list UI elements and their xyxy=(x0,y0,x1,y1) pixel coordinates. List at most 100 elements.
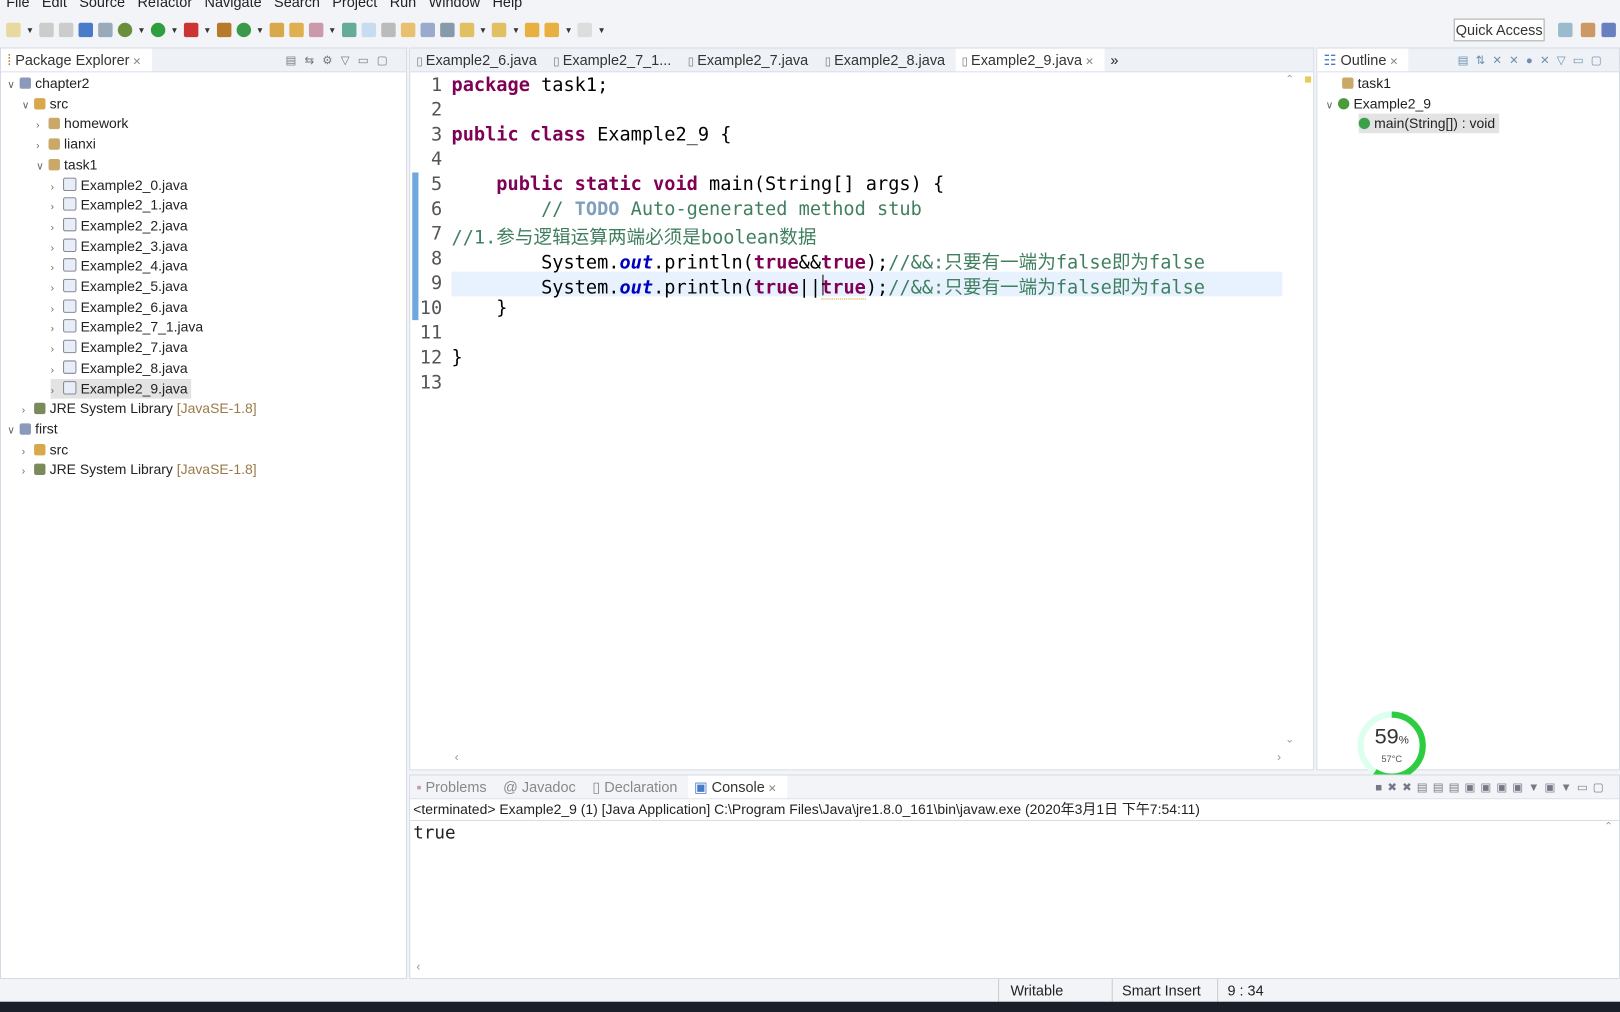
dropdown-icon[interactable]: ▼ xyxy=(26,25,34,34)
chevron-down-icon[interactable]: ∨ xyxy=(22,96,34,116)
tree-item[interactable]: › Example2_7_1.java xyxy=(51,317,203,337)
performance-gauge[interactable]: 59% 57°C xyxy=(1357,710,1427,780)
back-icon[interactable] xyxy=(544,22,560,38)
outline-item-package[interactable]: task1 xyxy=(1342,73,1391,93)
new-icon[interactable] xyxy=(6,22,21,38)
chevron-down-icon[interactable]: ∨ xyxy=(7,75,19,95)
menu-edit[interactable]: Edit xyxy=(42,0,67,12)
tree-item[interactable]: ∨ first xyxy=(7,419,57,439)
tree-item[interactable]: › Example2_2.java xyxy=(51,216,188,236)
tab-package-explorer[interactable]: ⁞ Package Explorer ✕ xyxy=(1,48,152,72)
java-perspective-icon[interactable] xyxy=(1601,22,1616,38)
tab-javadoc[interactable]: @ Javadoc xyxy=(497,776,586,799)
word-wrap-icon[interactable] xyxy=(400,22,415,38)
horizontal-scrollbar[interactable]: ‹ › xyxy=(413,750,1282,764)
tree-item[interactable]: › Example2_4.java xyxy=(51,256,188,276)
console-toolbar-icons[interactable]: ■✖✖▤▤▤▣▣▣▣▼▣▼▭▢ xyxy=(1375,780,1608,793)
menu-project[interactable]: Project xyxy=(332,0,377,12)
tree-item[interactable]: ∨ chapter2 xyxy=(7,73,89,93)
tree-item[interactable]: › Example2_6.java xyxy=(51,297,188,317)
terminal-icon[interactable] xyxy=(78,22,93,38)
tree-item[interactable]: › JRE System Library [JavaSE-1.8] xyxy=(22,399,257,419)
save-all-icon[interactable] xyxy=(58,22,74,38)
dropdown-icon[interactable]: ▼ xyxy=(597,25,605,34)
close-icon[interactable]: ✕ xyxy=(768,784,777,795)
outline-item-method[interactable]: main(String[]) : void xyxy=(1358,113,1500,134)
open-type-icon[interactable] xyxy=(269,22,284,38)
quick-access-field[interactable]: Quick Access xyxy=(1453,18,1545,42)
annotation-icon[interactable] xyxy=(341,22,356,38)
chevron-right-icon[interactable]: › xyxy=(51,381,63,401)
close-icon[interactable]: ✕ xyxy=(1389,57,1398,68)
mark-occurrences-icon[interactable] xyxy=(361,22,376,38)
chevron-right-icon[interactable]: › xyxy=(51,218,63,238)
chevron-right-icon[interactable]: › xyxy=(51,299,63,319)
console-vertical-scrollbar[interactable]: ⌃ xyxy=(1604,821,1613,832)
dropdown-icon[interactable]: ▼ xyxy=(137,25,145,34)
tree-item[interactable]: › Example2_1.java xyxy=(51,195,188,215)
dropdown-icon[interactable]: ▼ xyxy=(256,25,264,34)
open-folder-icon[interactable] xyxy=(288,22,304,38)
view-toolbar-icons[interactable]: ▤⇆⚙▽▭▢ xyxy=(285,53,395,66)
menu-search[interactable]: Search xyxy=(274,0,320,12)
menu-window[interactable]: Window xyxy=(429,0,480,12)
next-annotation-icon[interactable] xyxy=(459,22,474,38)
forward-icon[interactable] xyxy=(577,22,593,38)
tree-item[interactable]: › JRE System Library [JavaSE-1.8] xyxy=(22,460,257,480)
outline-item-class[interactable]: ∨ Example2_9 xyxy=(1326,94,1431,114)
warning-marker[interactable] xyxy=(1304,76,1312,83)
chevron-down-icon[interactable]: ∨ xyxy=(7,421,19,441)
tab-outline[interactable]: ☷ Outline ✕ xyxy=(1317,48,1409,72)
menu-refactor[interactable]: Refactor xyxy=(137,0,192,12)
tree-item[interactable]: › Example2_0.java xyxy=(51,175,188,195)
chevron-right-icon[interactable]: › xyxy=(36,116,48,136)
java-ee-perspective-icon[interactable] xyxy=(1580,22,1596,38)
open-perspective-icon[interactable] xyxy=(1558,22,1573,38)
menu-run[interactable]: Run xyxy=(390,0,417,12)
chevron-right-icon[interactable]: › xyxy=(22,442,34,462)
dropdown-icon[interactable]: ▼ xyxy=(203,25,211,34)
close-icon[interactable]: ✕ xyxy=(133,57,142,68)
dropdown-icon[interactable]: ▼ xyxy=(170,25,178,34)
tree-item[interactable]: › Example2_5.java xyxy=(51,277,188,297)
chevron-right-icon[interactable]: › xyxy=(51,360,63,380)
chevron-right-icon[interactable]: › xyxy=(51,340,63,360)
search-icon[interactable] xyxy=(308,22,323,38)
paragraph-icon[interactable] xyxy=(439,22,455,38)
dropdown-icon[interactable]: ▼ xyxy=(328,25,336,34)
new-class-icon[interactable] xyxy=(236,22,251,38)
tab-console[interactable]: ▣ Console ✕ xyxy=(687,775,787,799)
tree-item[interactable]: ∨ src xyxy=(22,94,68,114)
chevron-right-icon[interactable]: › xyxy=(51,238,63,258)
console-output[interactable]: true xyxy=(410,821,1619,846)
outline-toolbar-icons[interactable]: ▤⇅✕✕●✕▽▭▢ xyxy=(1458,53,1609,66)
chevron-down-icon[interactable]: ∨ xyxy=(36,157,48,177)
show-whitespace-icon[interactable] xyxy=(420,22,435,38)
tree-item[interactable]: › Example2_7.java xyxy=(51,338,188,358)
tab-problems[interactable]: ▪ Problems xyxy=(410,776,497,799)
editor-tab[interactable]: ▯ Example2_8.java xyxy=(819,49,956,72)
chevron-right-icon[interactable]: › xyxy=(36,136,48,156)
vertical-scrollbar[interactable]: ⌃ ⌄ xyxy=(1285,74,1299,745)
external-tools-icon[interactable] xyxy=(183,22,199,38)
chevron-right-icon[interactable]: › xyxy=(51,279,63,299)
debug-icon[interactable] xyxy=(117,22,133,38)
last-edit-icon[interactable] xyxy=(525,22,540,38)
menu-file[interactable]: File xyxy=(6,0,29,12)
dropdown-icon[interactable]: ▼ xyxy=(479,25,487,34)
run-icon[interactable] xyxy=(150,22,166,38)
editor-tab[interactable]: ▯ Example2_9.java ✕ xyxy=(955,48,1105,72)
chevron-down-icon[interactable]: ∨ xyxy=(1326,96,1338,116)
dropdown-icon[interactable]: ▼ xyxy=(512,25,520,34)
chevron-right-icon[interactable]: › xyxy=(22,401,34,421)
chevron-right-icon[interactable]: › xyxy=(51,177,63,197)
console-horizontal-scrollbar[interactable]: ‹ xyxy=(416,959,420,973)
new-package-icon[interactable] xyxy=(216,22,232,38)
tree-item[interactable]: ∨ task1 xyxy=(36,155,97,175)
tree-item[interactable]: › src xyxy=(22,440,68,460)
menu-source[interactable]: Source xyxy=(79,0,125,12)
chevron-right-icon[interactable]: › xyxy=(51,320,63,340)
tree-item[interactable]: › Example2_8.java xyxy=(51,358,188,378)
tree-item[interactable]: › lianxi xyxy=(36,134,96,154)
prev-annotation-icon[interactable] xyxy=(492,22,507,38)
